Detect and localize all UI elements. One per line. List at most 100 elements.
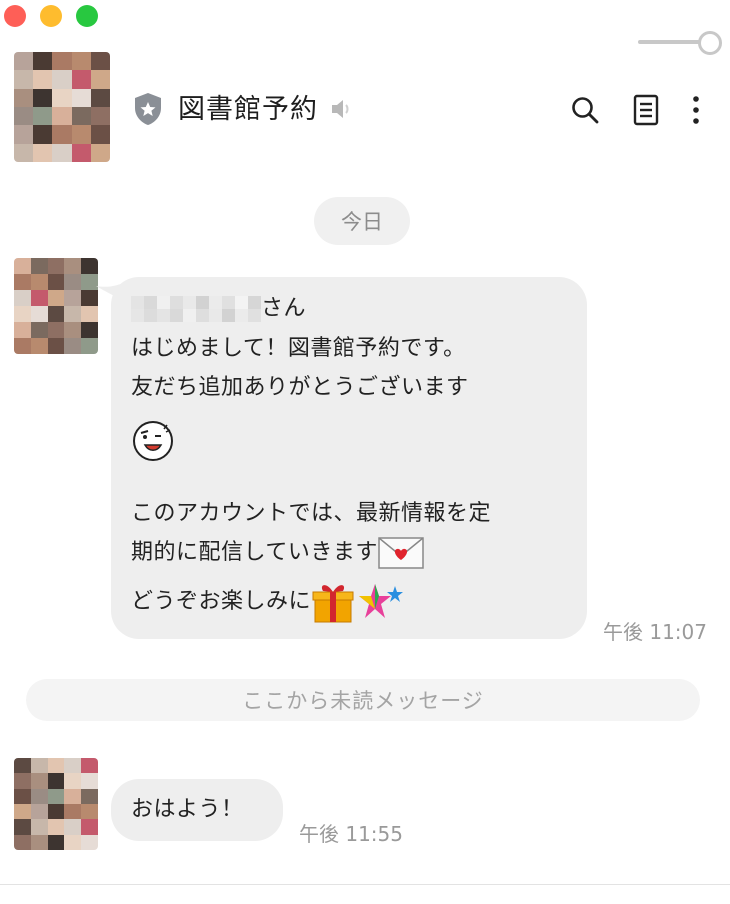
avatar-pixel — [14, 803, 31, 820]
redaction-pixel — [209, 296, 222, 309]
close-window-button[interactable] — [4, 5, 26, 27]
more-vertical-icon — [693, 96, 699, 124]
avatar-pixel — [47, 758, 65, 774]
avatar-pixel — [30, 258, 48, 274]
redaction-pixel — [157, 296, 170, 309]
chat-title: 図書館予約 — [178, 94, 318, 125]
avatar-pixel — [81, 322, 98, 338]
message-text: どうぞお楽しみに — [131, 589, 312, 614]
avatar-pixel — [64, 338, 82, 354]
avatar-pixel — [30, 803, 48, 820]
avatar-pixel — [14, 258, 31, 274]
avatar-pixel — [14, 88, 34, 107]
avatar-pixel — [30, 274, 48, 290]
avatar-pixel — [14, 788, 31, 804]
avatar-pixel — [64, 274, 82, 290]
avatar-pixel — [90, 125, 110, 144]
message-timestamp: 午後 11:07 — [603, 620, 707, 644]
avatar-pixel — [14, 70, 34, 89]
avatar-pixel — [64, 306, 82, 322]
redaction-pixel — [170, 309, 183, 322]
avatar-pixel — [52, 143, 72, 162]
search-icon — [572, 97, 599, 124]
avatar-pixel — [81, 773, 98, 789]
avatar-pixel — [47, 338, 65, 354]
avatar-pixel — [52, 125, 72, 144]
message-bubble[interactable]: さん はじめまして！図書館予約です。 友だち追加ありがとうございます このアカウ… — [111, 277, 587, 639]
message-line-7: どうぞお楽しみに — [131, 580, 407, 624]
divider-line — [0, 884, 730, 885]
avatar-pixel — [30, 758, 48, 774]
shield-star-icon — [135, 93, 161, 125]
unread-divider: ここから未読メッセージ — [26, 679, 700, 721]
notes-icon — [633, 94, 659, 126]
avatar-pixel — [30, 290, 48, 306]
avatar-pixel — [64, 834, 82, 850]
message-text: さん — [261, 296, 307, 321]
avatar-pixel — [52, 52, 72, 71]
message-bubble[interactable]: おはよう！ — [111, 779, 283, 841]
avatar-pixel — [14, 125, 34, 144]
avatar-pixel — [14, 290, 31, 306]
redaction-pixel — [144, 309, 157, 322]
avatar-pixel — [64, 773, 82, 789]
redaction-pixel — [131, 296, 144, 309]
avatar-pixel — [52, 70, 72, 89]
avatar-pixel — [30, 773, 48, 789]
wink-face-sticker-icon — [133, 421, 173, 461]
redaction-pixel — [222, 296, 235, 309]
avatar-pixel — [81, 803, 98, 820]
zoom-window-button[interactable] — [76, 5, 98, 27]
avatar-pixel — [30, 819, 48, 835]
message-text: 期的に配信していきます — [131, 540, 378, 565]
notes-button[interactable] — [630, 92, 662, 128]
avatar-pixel — [47, 819, 65, 835]
avatar-pixel — [71, 70, 91, 89]
avatar-pixel — [47, 773, 65, 789]
avatar-pixel — [81, 258, 98, 274]
avatar-pixel — [90, 70, 110, 89]
avatar-pixel — [64, 322, 82, 338]
avatar-pixel — [14, 322, 31, 338]
avatar-pixel — [81, 306, 98, 322]
chat-avatar[interactable] — [14, 52, 110, 162]
avatar-pixel — [14, 834, 31, 850]
avatar-pixel — [52, 88, 72, 107]
minimize-window-button[interactable] — [40, 5, 62, 27]
redaction-pixel — [144, 296, 157, 309]
sender-avatar[interactable] — [14, 258, 98, 354]
message-line-3: 友だち追加ありがとうございます — [131, 375, 469, 400]
avatar-pixel — [33, 107, 53, 126]
avatar-pixel — [64, 819, 82, 835]
avatar-pixel — [71, 107, 91, 126]
size-slider-knob[interactable] — [698, 31, 722, 55]
message-line-6: 期的に配信していきます — [131, 536, 424, 570]
redaction-pixel — [157, 309, 170, 322]
avatar-pixel — [47, 834, 65, 850]
avatar-pixel — [64, 290, 82, 306]
message-line-1: さん — [131, 293, 306, 325]
redaction-pixel — [183, 296, 196, 309]
avatar-pixel — [81, 338, 98, 354]
avatar-pixel — [30, 322, 48, 338]
message-line-4 — [131, 419, 175, 473]
avatar-pixel — [71, 52, 91, 71]
avatar-pixel — [47, 803, 65, 820]
avatar-pixel — [14, 52, 34, 71]
avatar-pixel — [14, 338, 31, 354]
avatar-pixel — [14, 143, 34, 162]
search-button[interactable] — [569, 92, 601, 128]
avatar-pixel — [33, 52, 53, 71]
avatar-pixel — [14, 758, 31, 774]
avatar-pixel — [47, 788, 65, 804]
sender-avatar[interactable] — [14, 758, 98, 850]
more-options-button[interactable] — [680, 92, 712, 128]
avatar-pixel — [47, 290, 65, 306]
avatar-pixel — [14, 773, 31, 789]
message-line-2: はじめまして！図書館予約です。 — [131, 336, 466, 361]
redaction-pixel — [248, 296, 261, 309]
redaction-pixel — [196, 309, 209, 322]
avatar-pixel — [71, 125, 91, 144]
avatar-pixel — [64, 788, 82, 804]
gift-icon — [312, 585, 354, 623]
